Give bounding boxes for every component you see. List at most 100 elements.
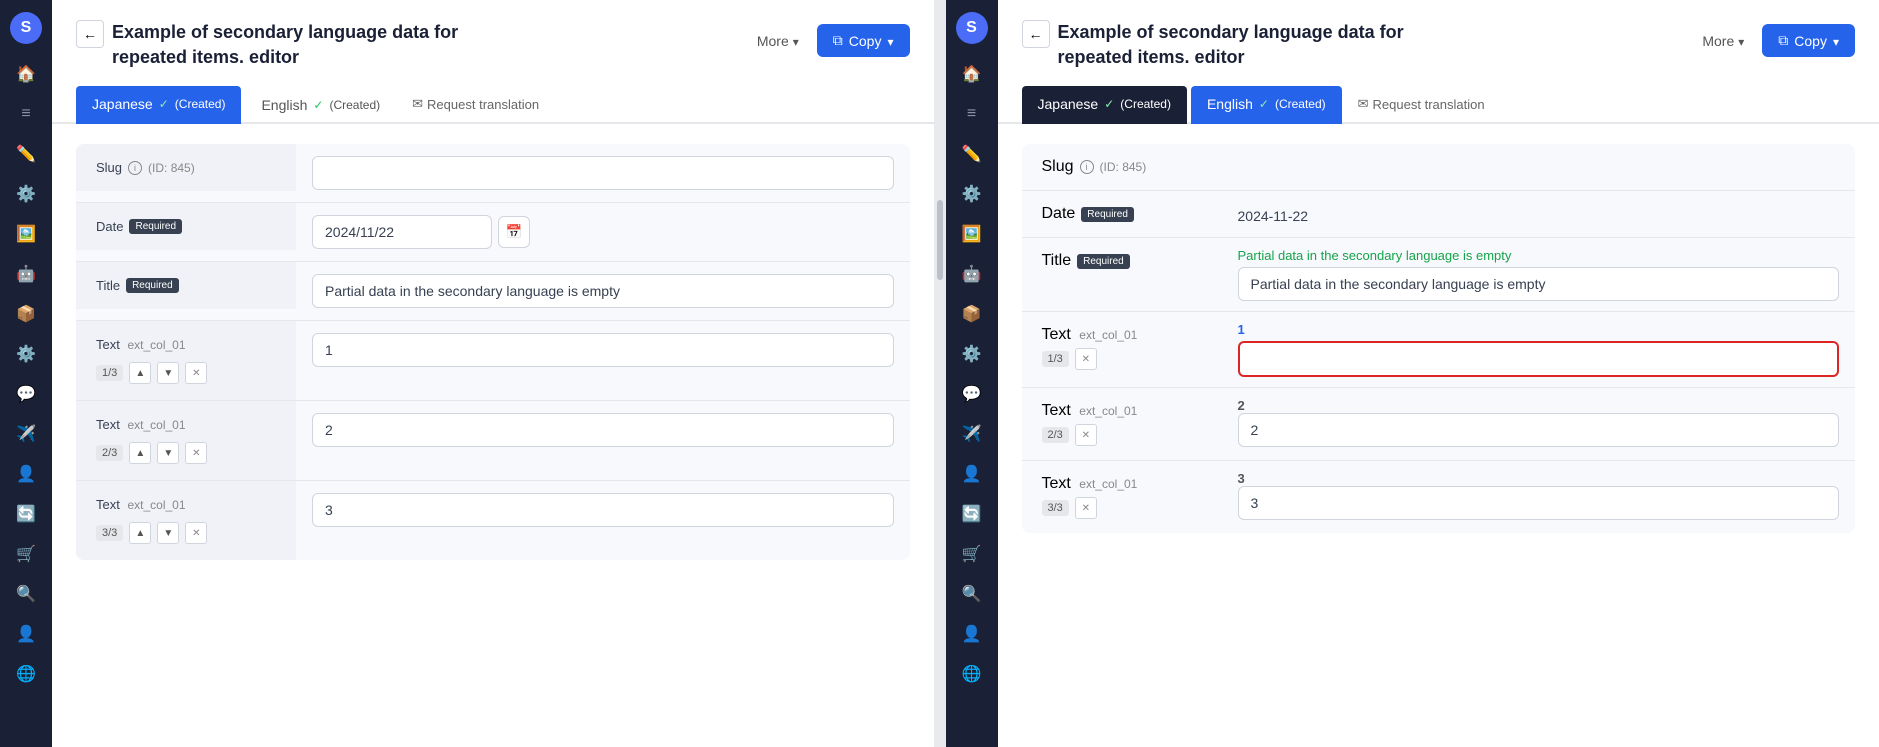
right-title-input[interactable]	[1238, 267, 1840, 301]
middle-icon-user[interactable]: 👤	[954, 456, 990, 492]
middle-icon-edit[interactable]: ✏️	[954, 136, 990, 172]
right-back-button[interactable]: ←	[1022, 20, 1050, 48]
right-copy-button[interactable]: ⧉ Copy	[1762, 24, 1855, 57]
left-tab-japanese-label: Japanese	[92, 96, 153, 112]
sidebar-icon-settings1[interactable]: ⚙️	[8, 176, 44, 212]
left-scrollbar-thumb[interactable]	[937, 200, 943, 280]
left-slug-input[interactable]	[312, 156, 894, 190]
left-tab-english[interactable]: English ✓ (Created)	[245, 87, 396, 123]
sidebar-icon-robot[interactable]: 🤖	[8, 256, 44, 292]
right-more-button[interactable]: More	[1692, 27, 1754, 55]
right-text1-index: 1	[1238, 322, 1840, 337]
left-text3-input[interactable]	[312, 493, 894, 527]
left-text2-remove-button[interactable]: ✕	[185, 442, 207, 464]
right-tab-english[interactable]: English ✓ (Created)	[1191, 86, 1342, 124]
right-tab-japanese-label: Japanese	[1038, 96, 1099, 112]
right-slug-info-icon[interactable]: i	[1080, 160, 1094, 174]
sidebar-icon-search[interactable]: 🔍	[8, 576, 44, 612]
right-text1-remove-button[interactable]: ✕	[1075, 348, 1097, 370]
sidebar-icon-refresh[interactable]: 🔄	[8, 496, 44, 532]
sidebar-icon-globe[interactable]: 🌐	[8, 656, 44, 692]
left-tab-japanese[interactable]: Japanese ✓ (Created)	[76, 86, 241, 124]
right-text3-counter: 3/3	[1042, 500, 1069, 516]
left-panel-content: Slug i (ID: 845) Date Required	[52, 144, 934, 747]
left-text1-row: Text ext_col_01 1/3 ▲ ▼ ✕	[76, 321, 910, 401]
right-text3-remove-button[interactable]: ✕	[1075, 497, 1097, 519]
left-text1-input[interactable]	[312, 333, 894, 367]
middle-icon-list[interactable]: ≡	[954, 96, 990, 132]
left-scrollbar[interactable]	[934, 0, 946, 747]
left-text3-up-button[interactable]: ▲	[129, 522, 151, 544]
right-title-row: Title Required Partial data in the secon…	[1022, 238, 1856, 312]
right-text1-value-col: 1	[1222, 312, 1856, 387]
left-slug-info-icon[interactable]: i	[128, 161, 142, 175]
right-text2-remove-button[interactable]: ✕	[1075, 424, 1097, 446]
left-panel: ← Example of secondary language data for…	[52, 0, 934, 747]
right-text3-input[interactable]	[1238, 486, 1840, 520]
right-tab-english-label: English	[1207, 96, 1253, 112]
left-copy-chevron-icon	[887, 33, 893, 49]
right-more-label: More	[1702, 33, 1734, 49]
right-tab-english-check-icon: ✓	[1259, 97, 1269, 111]
left-back-button[interactable]: ←	[76, 20, 104, 48]
sidebar-icon-list[interactable]: ≡	[8, 96, 44, 132]
left-text3-remove-button[interactable]: ✕	[185, 522, 207, 544]
sidebar-icon-edit[interactable]: ✏️	[8, 136, 44, 172]
left-more-button[interactable]: More	[747, 27, 809, 55]
left-copy-button[interactable]: ⧉ Copy	[817, 24, 910, 57]
left-tab-english-label: English	[261, 97, 307, 113]
right-text2-label: Text	[1042, 402, 1071, 419]
right-tab-japanese[interactable]: Japanese ✓ (Created)	[1022, 86, 1187, 124]
right-title-label: Title	[1042, 252, 1072, 270]
left-title-input[interactable]	[312, 274, 894, 308]
left-text2-sub-label: ext_col_01	[127, 418, 185, 432]
sidebar-icon-chat[interactable]: 💬	[8, 376, 44, 412]
sidebar-icon-settings2[interactable]: ⚙️	[8, 336, 44, 372]
middle-icon-settings1[interactable]: ⚙️	[954, 176, 990, 212]
left-text3-input-area	[296, 481, 910, 539]
left-title-row: Title Required	[76, 262, 910, 321]
left-text2-input[interactable]	[312, 413, 894, 447]
middle-icon-user2[interactable]: 👤	[954, 616, 990, 652]
left-text3-down-button[interactable]: ▼	[157, 522, 179, 544]
middle-icon-home[interactable]: 🏠	[954, 56, 990, 92]
sidebar-icon-box[interactable]: 📦	[8, 296, 44, 332]
left-panel-header: ← Example of secondary language data for…	[52, 0, 934, 86]
left-text2-up-button[interactable]: ▲	[129, 442, 151, 464]
right-slug-row: Slug i (ID: 845)	[1022, 144, 1856, 191]
right-text3-label-col: Text ext_col_01 3/3 ✕	[1022, 461, 1222, 533]
middle-logo[interactable]: S	[956, 12, 988, 44]
middle-icon-settings2[interactable]: ⚙️	[954, 336, 990, 372]
middle-icon-search[interactable]: 🔍	[954, 576, 990, 612]
right-panel: ← Example of secondary language data for…	[998, 0, 1879, 747]
left-text2-down-button[interactable]: ▼	[157, 442, 179, 464]
left-tab-request[interactable]: ✉ Request translation	[400, 88, 551, 120]
left-text1-remove-button[interactable]: ✕	[185, 362, 207, 384]
left-slug-id: (ID: 845)	[148, 161, 195, 175]
sidebar-icon-home[interactable]: 🏠	[8, 56, 44, 92]
right-tab-request[interactable]: ✉ Request translation	[1346, 88, 1497, 120]
sidebar-icon-image[interactable]: 🖼️	[8, 216, 44, 252]
middle-icon-box[interactable]: 📦	[954, 296, 990, 332]
logo[interactable]: S	[10, 12, 42, 44]
middle-icon-globe[interactable]: 🌐	[954, 656, 990, 692]
right-text2-input[interactable]	[1238, 413, 1840, 447]
middle-icon-send[interactable]: ✈️	[954, 416, 990, 452]
right-text1-input[interactable]	[1238, 341, 1840, 377]
middle-icon-cart[interactable]: 🛒	[954, 536, 990, 572]
left-text1-up-button[interactable]: ▲	[129, 362, 151, 384]
middle-icon-image[interactable]: 🖼️	[954, 216, 990, 252]
sidebar-icon-send[interactable]: ✈️	[8, 416, 44, 452]
middle-icon-chat[interactable]: 💬	[954, 376, 990, 412]
left-text1-down-button[interactable]: ▼	[157, 362, 179, 384]
middle-sidebar: S 🏠 ≡ ✏️ ⚙️ 🖼️ 🤖 📦 ⚙️ 💬 ✈️ 👤 🔄 🛒 🔍 👤 🌐	[946, 0, 998, 747]
left-date-input[interactable]	[312, 215, 492, 249]
left-calendar-icon-button[interactable]: 📅	[498, 216, 530, 248]
left-text3-sub-label: ext_col_01	[127, 498, 185, 512]
middle-icon-robot[interactable]: 🤖	[954, 256, 990, 292]
sidebar-icon-cart[interactable]: 🛒	[8, 536, 44, 572]
sidebar-icon-user[interactable]: 👤	[8, 456, 44, 492]
sidebar-icon-user2[interactable]: 👤	[8, 616, 44, 652]
right-tab-japanese-check-icon: ✓	[1104, 97, 1114, 111]
middle-icon-refresh[interactable]: 🔄	[954, 496, 990, 532]
